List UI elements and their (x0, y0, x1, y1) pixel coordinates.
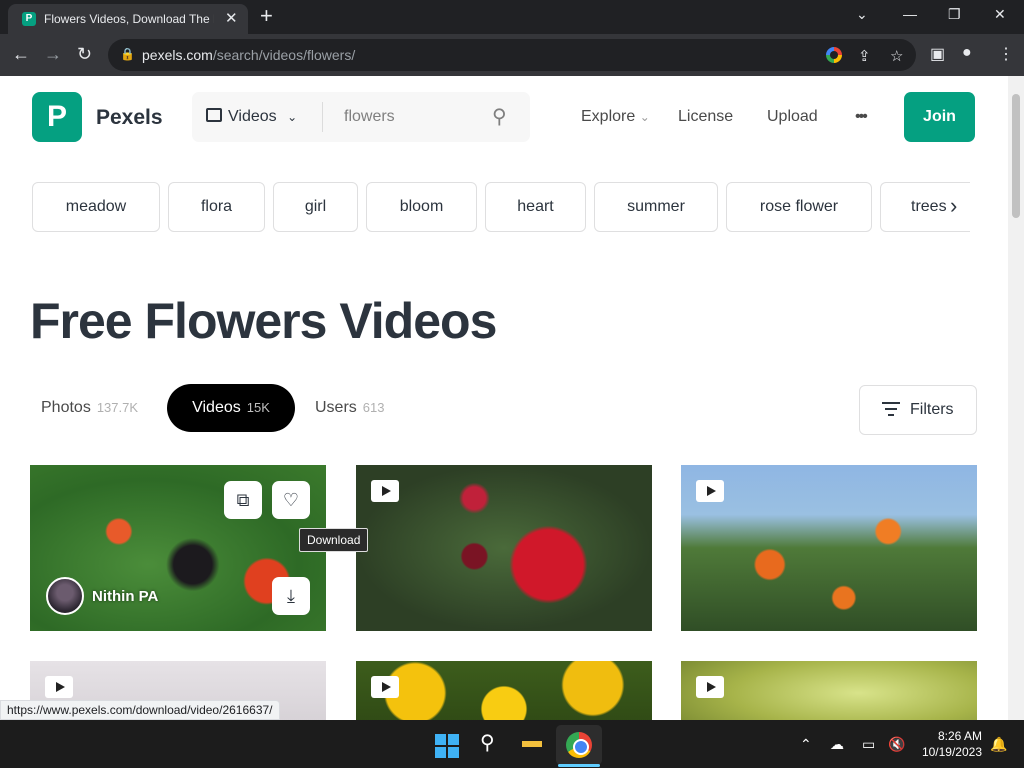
search-icon[interactable]: ⚲ (480, 730, 495, 755)
video-thumbnail[interactable] (356, 661, 652, 720)
download-icon[interactable]: ⤓ (272, 577, 310, 615)
tray-chevron-up-icon[interactable]: ⌃ (800, 736, 812, 753)
author-name[interactable]: Nithin PA (92, 588, 158, 605)
browser-tab[interactable]: P Flowers Videos, Download The B ✕ (8, 4, 248, 34)
browser-tab-title: Flowers Videos, Download The B (44, 12, 214, 26)
lock-icon[interactable]: 🔒 (120, 47, 135, 61)
tab-close-icon[interactable]: ✕ (225, 9, 238, 27)
search-input[interactable]: flowers (344, 108, 395, 126)
clock-date: 10/19/2023 (921, 745, 982, 759)
filter-lines-icon (882, 402, 900, 418)
chevron-right-icon[interactable]: › (950, 194, 957, 218)
onedrive-icon[interactable]: ☁ (830, 736, 844, 753)
video-play-icon (371, 676, 399, 698)
video-thumbnail[interactable] (356, 465, 652, 631)
tab-search-chevron-icon[interactable]: ⌄ (856, 6, 868, 23)
explore-menu[interactable]: Explore ⌄ (581, 108, 650, 126)
more-menu-icon[interactable]: ••• (855, 108, 868, 126)
video-play-icon (696, 676, 724, 698)
minimize-icon[interactable]: — (903, 6, 917, 22)
tab-videos[interactable]: Videos 15K (167, 384, 295, 432)
video-thumbnail[interactable] (681, 661, 977, 720)
search-icon[interactable]: ⚲ (492, 104, 507, 129)
file-explorer-icon[interactable]: ▬ (522, 730, 542, 753)
chip-bloom[interactable]: bloom (366, 182, 477, 232)
active-app-indicator (558, 764, 600, 767)
status-url-bar: https://www.pexels.com/download/video/26… (0, 700, 280, 720)
pexels-favicon-icon: P (22, 12, 36, 26)
video-play-icon (45, 676, 73, 698)
video-play-icon (696, 480, 724, 502)
browser-toolbar: ← → ↻ 🔒 pexels.com/search/videos/flowers… (0, 34, 1024, 76)
tab-photos[interactable]: Photos 137.7K (41, 384, 138, 432)
license-link[interactable]: License (678, 108, 733, 126)
volume-muted-icon[interactable]: 🔇 (888, 736, 905, 753)
page-title: Free Flowers Videos (30, 293, 497, 349)
browser-tab-bar: P Flowers Videos, Download The B ✕ + ⌄ —… (0, 0, 1024, 34)
page-scrollbar[interactable] (1008, 76, 1024, 720)
reload-icon[interactable]: ↻ (77, 43, 92, 65)
download-tooltip: Download (299, 528, 369, 552)
chip-summer[interactable]: summer (594, 182, 718, 232)
network-icon[interactable]: ▭ (862, 736, 875, 753)
join-button[interactable]: Join (904, 92, 975, 142)
notification-bell-icon[interactable]: 🔔 (990, 736, 1007, 753)
taskbar-clock[interactable]: 8:26 AM 10/19/2023 (918, 728, 982, 760)
back-icon[interactable]: ← (12, 43, 30, 65)
new-tab-icon[interactable]: + (260, 4, 273, 28)
chevron-down-icon: ⌄ (287, 110, 298, 124)
chrome-icon[interactable] (566, 732, 592, 758)
chip-meadow[interactable]: meadow (32, 182, 160, 232)
clock-time: 8:26 AM (937, 729, 982, 743)
like-heart-icon[interactable]: ♡ (272, 481, 310, 519)
chip-rose-flower[interactable]: rose flower (726, 182, 872, 232)
video-play-icon (371, 480, 399, 502)
search-bar: Videos ⌄ flowers ⚲ (192, 92, 530, 142)
forward-icon[interactable]: → (44, 43, 62, 65)
chip-flora[interactable]: flora (168, 182, 265, 232)
google-lens-icon[interactable] (826, 47, 842, 63)
upload-link[interactable]: Upload (767, 108, 818, 126)
chip-heart[interactable]: heart (485, 182, 586, 232)
filters-button[interactable]: Filters (859, 385, 977, 435)
video-thumbnail[interactable]: ⧉ ♡ ⤓ Nithin PA (30, 465, 326, 631)
side-panel-icon[interactable]: ▣ (930, 44, 945, 64)
share-icon[interactable]: ⇪ (858, 47, 871, 65)
profile-icon[interactable]: ● (962, 44, 972, 62)
brand-name[interactable]: Pexels (96, 106, 163, 130)
search-divider (322, 102, 323, 132)
tab-users[interactable]: Users 613 (315, 384, 384, 432)
scrollbar-thumb[interactable] (1012, 94, 1020, 218)
chevron-down-icon: ⌄ (639, 110, 650, 124)
address-bar[interactable]: 🔒 pexels.com/search/videos/flowers/ ⇪ ☆ (108, 39, 916, 71)
menu-kebab-icon[interactable]: ⋮ (998, 44, 1014, 64)
window-close-icon[interactable]: ✕ (994, 6, 1006, 23)
windows-start-icon[interactable] (435, 734, 459, 758)
play-square-icon (206, 108, 222, 122)
avatar[interactable] (46, 577, 84, 615)
collect-bookmark-icon[interactable]: ⧉ (224, 481, 262, 519)
chip-girl[interactable]: girl (273, 182, 358, 232)
bookmark-star-icon[interactable]: ☆ (890, 47, 903, 65)
pexels-logo[interactable]: P (32, 92, 82, 142)
url-text[interactable]: pexels.com/search/videos/flowers/ (142, 47, 355, 63)
page-viewport: P Pexels Videos ⌄ flowers ⚲ Explore ⌄ Li… (0, 76, 1008, 720)
media-type-select[interactable]: Videos ⌄ (206, 108, 297, 126)
video-thumbnail[interactable] (681, 465, 977, 631)
restore-icon[interactable]: ❐ (948, 6, 961, 23)
